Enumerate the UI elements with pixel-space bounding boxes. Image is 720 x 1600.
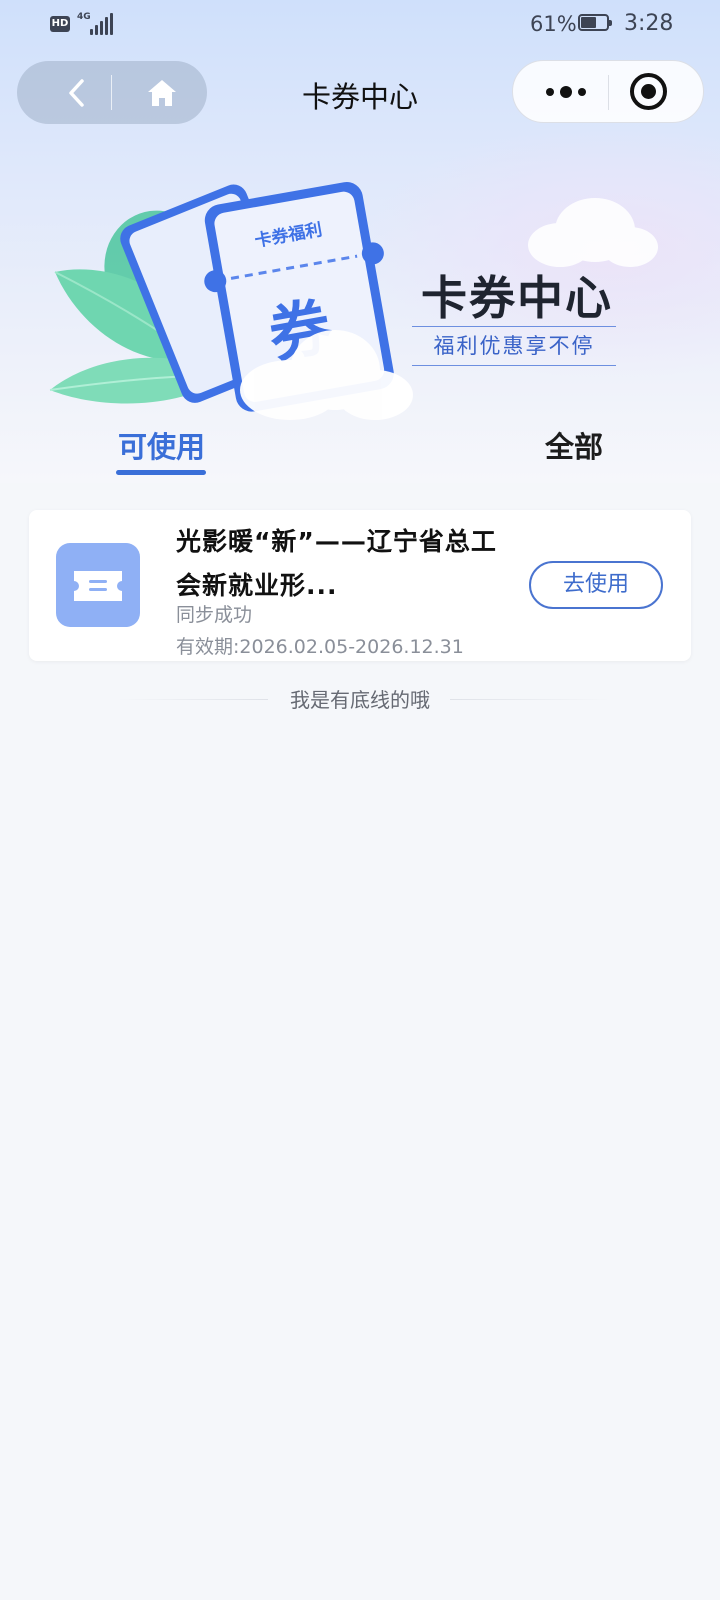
signal-icon: [88, 13, 114, 35]
list-end-indicator: 我是有底线的哦: [0, 684, 720, 714]
status-time: 3:28: [624, 11, 674, 36]
coupon-icon: [56, 543, 140, 627]
nav-left-capsule: [17, 61, 207, 124]
home-button[interactable]: [127, 61, 197, 124]
tab-bar: 可使用 全部: [0, 410, 720, 483]
coupon-title: 光影暖“新”——辽宁省总工会新就业形...: [176, 527, 497, 600]
nav-right-capsule: [512, 60, 704, 123]
hd-badge: HD: [50, 16, 70, 32]
battery-icon: [578, 14, 612, 31]
tab-active-indicator: [116, 470, 206, 475]
nav-divider: [111, 75, 112, 110]
banner-subtitle: 福利优惠享不停: [412, 326, 616, 366]
page-title: 卡券中心: [301, 80, 418, 114]
coupon-illustration: 卡券福利 券: [49, 182, 413, 420]
tab-usable[interactable]: 可使用: [118, 424, 205, 466]
status-bar: HD 4G 61% 3:28: [0, 0, 720, 50]
coupon-card[interactable]: 光影暖“新”——辽宁省总工会新就业形... 同步成功 有效期:2026.02.0…: [29, 510, 691, 661]
list-end-text: 我是有底线的哦: [290, 688, 430, 712]
coupon-validity: 有效期:2026.02.05-2026.12.31: [176, 632, 464, 659]
back-button[interactable]: [47, 61, 107, 124]
use-coupon-button[interactable]: 去使用: [529, 561, 663, 609]
more-button[interactable]: [531, 61, 601, 122]
divider-left: [118, 699, 268, 700]
tab-all[interactable]: 全部: [545, 424, 603, 466]
home-icon: [148, 79, 176, 106]
chevron-left-icon: [69, 78, 84, 107]
battery-percent: 61%: [530, 12, 577, 36]
banner-title: 卡券中心: [421, 271, 613, 325]
close-miniprogram-icon[interactable]: [630, 73, 667, 110]
nav-divider: [608, 75, 609, 110]
validity-label: 有效期:: [176, 636, 240, 658]
divider-right: [450, 699, 610, 700]
coupon-status: 同步成功: [176, 604, 253, 626]
validity-dates: 2026.02.05-2026.12.31: [239, 636, 464, 658]
